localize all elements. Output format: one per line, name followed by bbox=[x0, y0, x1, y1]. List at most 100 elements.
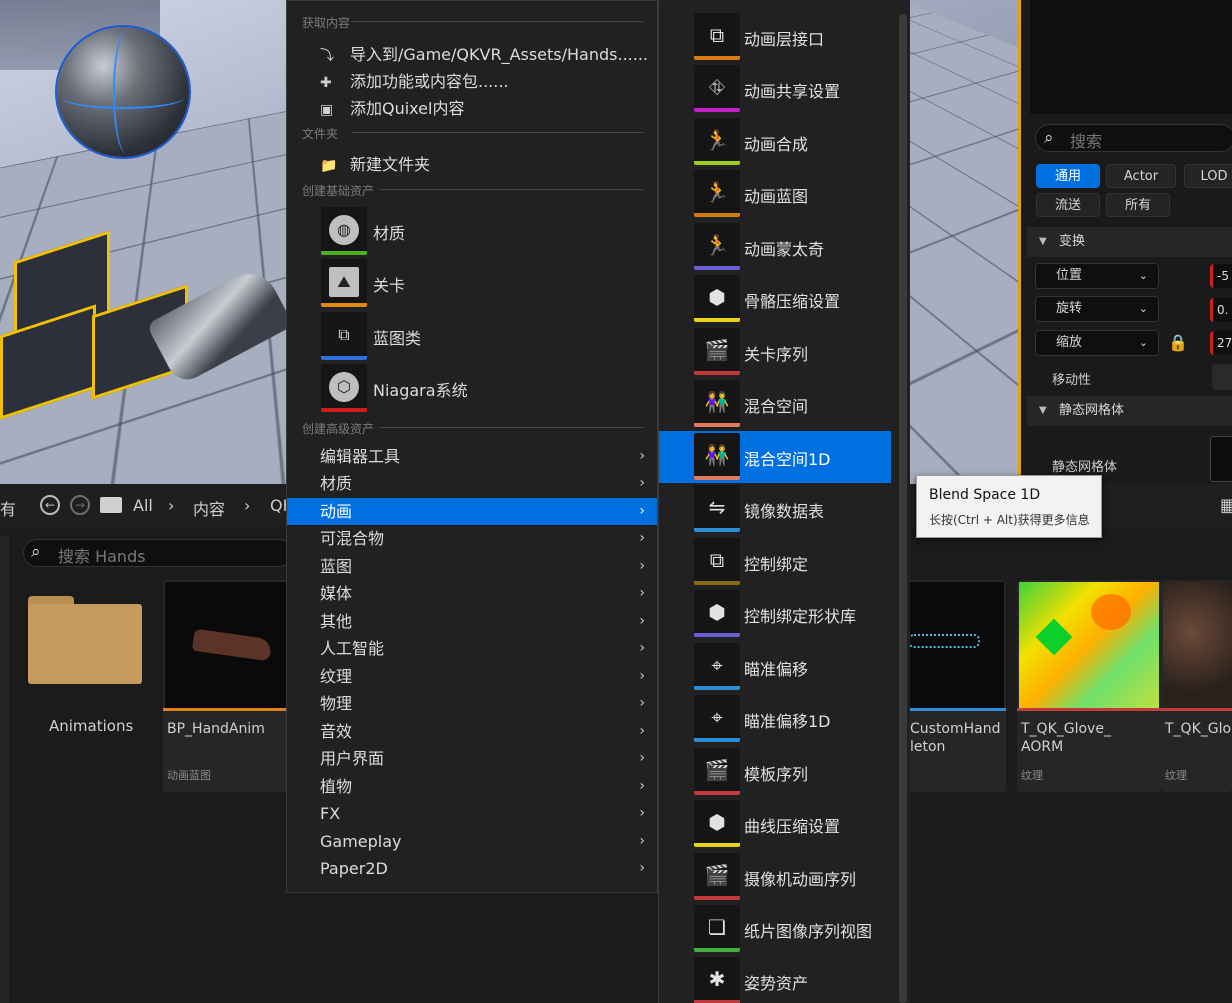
quixel-icon: ▣ bbox=[320, 102, 334, 118]
asset-type: 纹理 bbox=[1021, 769, 1043, 782]
tooltip: Blend Space 1D 长按(Ctrl + Alt)获得更多信息 bbox=[916, 475, 1102, 538]
anim-item-anim-sharing-settings[interactable]: ⛗ 动画共享设置 bbox=[659, 63, 891, 115]
blueprint-icon: ⧉ bbox=[321, 312, 367, 360]
divider bbox=[379, 189, 643, 190]
filter-tab-actor[interactable]: Actor bbox=[1106, 164, 1176, 188]
anim-item-paper-flipbook-view[interactable]: ❏ 纸片图像序列视图 bbox=[659, 903, 891, 955]
submenu-fx[interactable]: FX › bbox=[287, 800, 657, 827]
asset-search-input[interactable]: ⌕ 搜索 Hands bbox=[23, 539, 293, 567]
add-feature-pack-menu-item[interactable]: ✚ 添加功能或内容包...... bbox=[320, 68, 509, 92]
location-dropdown[interactable]: 位置 ⌄ bbox=[1035, 263, 1159, 289]
asset-type-bar bbox=[1017, 708, 1161, 711]
basic-asset-niagara-system[interactable]: ⬡ Niagara系统 bbox=[321, 364, 621, 412]
nav-truncated-text[interactable]: 有 bbox=[0, 496, 16, 520]
filter-tab-lod[interactable]: LOD bbox=[1184, 164, 1232, 188]
flipbook-icon: ❏ bbox=[694, 905, 740, 952]
chevron-right-icon: › bbox=[639, 448, 645, 464]
submenu-scrollbar[interactable] bbox=[899, 14, 907, 1003]
asset-name: CustomHand leton bbox=[910, 721, 1001, 755]
submenu-blueprint[interactable]: 蓝图 › bbox=[287, 553, 657, 580]
anim-item-blend-space[interactable]: 👫 混合空间 bbox=[659, 378, 891, 430]
new-folder-icon: 📁 bbox=[320, 158, 338, 174]
anim-item-level-sequence[interactable]: 🎬 关卡序列 bbox=[659, 326, 891, 378]
anim-item-template-sequence[interactable]: 🎬 模板序列 bbox=[659, 746, 891, 798]
details-search-input[interactable]: ⌕ 搜索 bbox=[1035, 124, 1232, 152]
asset-tile-t-qk-glove[interactable]: T_QK_Glo 纹理 bbox=[1161, 580, 1232, 792]
anim-item-aim-offset-1d[interactable]: ⌖ 瞄准偏移1D bbox=[659, 693, 891, 745]
submenu-material[interactable]: 材质 › bbox=[287, 470, 657, 497]
forward-arrow-icon[interactable]: → bbox=[70, 495, 90, 515]
submenu-texture[interactable]: 纹理 › bbox=[287, 663, 657, 690]
location-x-field[interactable]: -5 bbox=[1210, 264, 1232, 288]
import-menu-item[interactable]: ⤵ 导入到/Game/QKVR_Assets/Hands...... bbox=[320, 41, 648, 65]
folder-icon[interactable] bbox=[100, 497, 122, 513]
filter-tab-general[interactable]: 通用 bbox=[1036, 164, 1100, 188]
basic-asset-material[interactable]: ◍ 材质 bbox=[321, 207, 621, 255]
animations-folder[interactable] bbox=[28, 596, 142, 684]
transform-section-header[interactable]: ▼ 变换 bbox=[1027, 227, 1232, 257]
submenu-editor-tools[interactable]: 编辑器工具 › bbox=[287, 443, 657, 470]
submenu-foliage[interactable]: 植物 › bbox=[287, 773, 657, 800]
collapse-arrow-icon: ▼ bbox=[1039, 236, 1047, 247]
add-quixel-menu-item[interactable]: ▣ 添加Quixel内容 bbox=[320, 95, 464, 119]
selected-sphere-mesh[interactable] bbox=[57, 27, 189, 157]
anim-item-control-rig[interactable]: ⧉ 控制绑定 bbox=[659, 536, 891, 588]
filter-tab-streaming[interactable]: 流送 bbox=[1036, 193, 1100, 217]
asset-thumbnail bbox=[165, 582, 305, 708]
rotation-dropdown[interactable]: 旋转 ⌄ bbox=[1035, 296, 1159, 322]
breadcrumb-all[interactable]: All bbox=[133, 496, 153, 515]
anim-item-camera-animation-sequence[interactable]: 🎬 摄像机动画序列 bbox=[659, 851, 891, 903]
grid-view-icon[interactable]: ▦ bbox=[1220, 495, 1232, 516]
divider bbox=[351, 21, 643, 22]
submenu-user-interface[interactable]: 用户界面 › bbox=[287, 745, 657, 772]
anim-item-anim-layer-interface[interactable]: ⧉ 动画层接口 bbox=[659, 11, 891, 63]
section-header-folder: 文件夹 bbox=[302, 127, 339, 141]
submenu-paper2d[interactable]: Paper2D › bbox=[287, 855, 657, 882]
mobility-toggle[interactable] bbox=[1212, 364, 1232, 390]
submenu-gameplay[interactable]: Gameplay › bbox=[287, 828, 657, 855]
chevron-right-icon: › bbox=[639, 778, 645, 794]
submenu-blendables[interactable]: 可混合物 › bbox=[287, 525, 657, 552]
anim-item-curve-compression-settings[interactable]: ⬢ 曲线压缩设置 bbox=[659, 798, 891, 850]
anim-item-anim-blueprint[interactable]: 🏃 动画蓝图 bbox=[659, 168, 891, 220]
rotation-x-field[interactable]: 0. bbox=[1210, 298, 1232, 322]
submenu-animation[interactable]: 动画 › bbox=[287, 498, 657, 525]
anim-item-aim-offset[interactable]: ⌖ 瞄准偏移 bbox=[659, 641, 891, 693]
chevron-right-icon: › bbox=[639, 668, 645, 684]
submenu-misc[interactable]: 其他 › bbox=[287, 608, 657, 635]
anim-item-pose-asset[interactable]: ✱ 姿势资产 bbox=[659, 955, 891, 1003]
anim-item-blend-space-1d[interactable]: 👫 混合空间1D bbox=[659, 431, 891, 483]
chevron-right-icon: › bbox=[639, 613, 645, 629]
scale-x-field[interactable]: 27 bbox=[1210, 331, 1232, 355]
asset-type-bar bbox=[1161, 708, 1232, 711]
anim-item-control-rig-shape-library[interactable]: ⬢ 控制绑定形状库 bbox=[659, 588, 891, 640]
static-mesh-thumbnail[interactable] bbox=[1210, 436, 1232, 482]
submenu-media[interactable]: 媒体 › bbox=[287, 580, 657, 607]
asset-type: 动画蓝图 bbox=[167, 769, 211, 782]
submenu-physics[interactable]: 物理 › bbox=[287, 690, 657, 717]
chevron-right-icon: › bbox=[639, 833, 645, 849]
anim-item-anim-montage[interactable]: 🏃 动画蒙太奇 bbox=[659, 221, 891, 273]
chevron-down-icon: ⌄ bbox=[1138, 269, 1148, 282]
chevron-right-icon: › bbox=[639, 860, 645, 876]
anim-item-anim-composite[interactable]: 🏃 动画合成 bbox=[659, 116, 891, 168]
breadcrumb-separator-icon: › bbox=[244, 496, 251, 515]
new-folder-menu-item[interactable]: 📁 新建文件夹 bbox=[320, 151, 430, 175]
chevron-down-icon: ⌄ bbox=[1138, 336, 1148, 349]
lock-icon[interactable]: 🔒 bbox=[1168, 333, 1188, 352]
basic-asset-blueprint-class[interactable]: ⧉ 蓝图类 bbox=[321, 312, 621, 360]
breadcrumb-content[interactable]: 内容 bbox=[193, 496, 225, 520]
submenu-ai[interactable]: 人工智能 › bbox=[287, 635, 657, 662]
back-arrow-icon[interactable]: ← bbox=[40, 495, 60, 515]
basic-asset-level[interactable]: ⛰ 关卡 bbox=[321, 259, 621, 307]
asset-name: BP_HandAnim bbox=[167, 721, 265, 737]
static-mesh-section-header[interactable]: ▼ 静态网格体 bbox=[1027, 396, 1232, 426]
scale-dropdown[interactable]: 缩放 ⌄ bbox=[1035, 330, 1159, 356]
asset-tile-t-qk-glove-aorm[interactable]: T_QK_Glove_ AORM 纹理 bbox=[1017, 580, 1161, 792]
section-header-get-content: 获取内容 bbox=[302, 16, 351, 30]
filter-tab-all[interactable]: 所有 bbox=[1106, 193, 1170, 217]
submenu-sounds[interactable]: 音效 › bbox=[287, 718, 657, 745]
anim-item-mirror-data-table[interactable]: ⇋ 镜像数据表 bbox=[659, 483, 891, 535]
anim-montage-icon: 🏃 bbox=[694, 223, 740, 270]
anim-item-bone-compression-settings[interactable]: ⬢ 骨骼压缩设置 bbox=[659, 273, 891, 325]
